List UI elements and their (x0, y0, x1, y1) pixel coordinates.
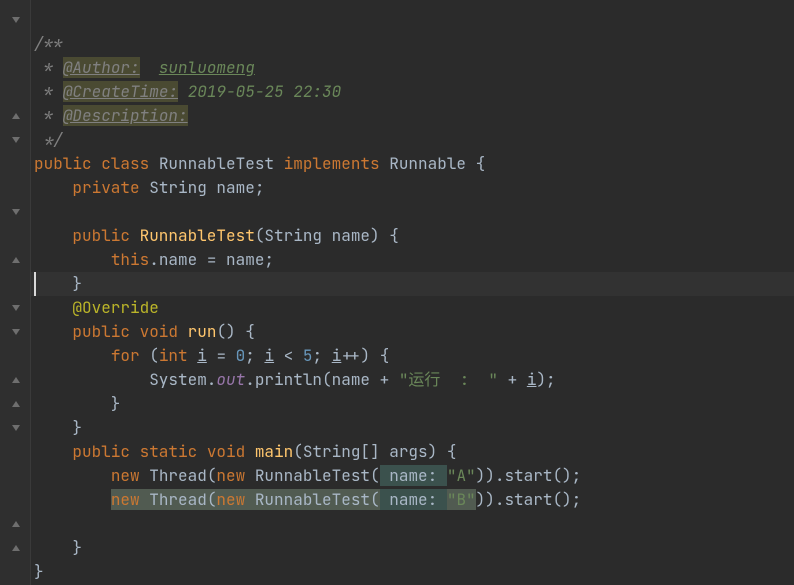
indent (34, 249, 111, 270)
annotation-override: @Override (72, 297, 158, 318)
keyword: public (34, 153, 101, 174)
op: = (207, 345, 236, 366)
field-decl: String name; (149, 177, 264, 198)
indent (34, 321, 72, 342)
call-tail: )).start(); (476, 465, 582, 486)
keyword: static (140, 441, 207, 462)
doc-author-value: sunluomeng (159, 57, 255, 78)
doc-tag-description: @Description: (63, 105, 188, 126)
string-literal: "A" (447, 465, 476, 486)
field-out: out (216, 369, 245, 390)
doc-comment-close: */ (34, 129, 63, 150)
indent: System. (34, 369, 216, 390)
doc-tag-author: @Author: (63, 57, 140, 78)
fold-marker-icon[interactable] (10, 422, 22, 434)
doc-createtime-value: 2019-05-25 22:30 (188, 81, 342, 102)
keyword-new: new (111, 465, 149, 486)
fold-marker-icon[interactable] (10, 398, 22, 410)
semi: ; (245, 345, 264, 366)
fold-marker-icon[interactable] (10, 518, 22, 530)
string-literal: "运行 : " (399, 369, 498, 390)
string-literal: "B" (447, 489, 476, 510)
fold-marker-icon[interactable] (10, 14, 22, 26)
keyword-new: new (111, 489, 149, 510)
params: () { (216, 321, 254, 342)
call: Thread( (149, 489, 216, 510)
keyword: implements (284, 153, 390, 174)
method-main: main (255, 441, 293, 462)
keyword: public (72, 441, 139, 462)
brace-close: } (34, 273, 82, 294)
code-editor[interactable]: /** * @Author: sunluomeng * @CreateTime:… (0, 0, 794, 585)
indent (34, 225, 72, 246)
paren: ( (149, 345, 159, 366)
doc-tag-createtime: @CreateTime: (63, 81, 178, 102)
constructor-name: RunnableTest (140, 225, 255, 246)
var-i: i (527, 369, 537, 390)
caret (34, 272, 36, 296)
keyword-int: int (159, 345, 197, 366)
brace-close-class: } (34, 561, 44, 582)
number: 0 (236, 345, 246, 366)
call: .println(name + (245, 369, 399, 390)
fold-marker-icon[interactable] (10, 302, 22, 314)
var-i: i (332, 345, 342, 366)
keyword: public (72, 225, 139, 246)
ctor-call: RunnableTest( (255, 489, 380, 510)
keyword-this: this (111, 249, 149, 270)
fold-marker-icon[interactable] (10, 326, 22, 338)
ctor-call: RunnableTest( (255, 465, 380, 486)
var-i: i (197, 345, 207, 366)
op: < (274, 345, 303, 366)
indent (34, 489, 111, 510)
keyword: void (140, 321, 188, 342)
fold-marker-icon[interactable] (10, 110, 22, 122)
params: (String name) { (255, 225, 399, 246)
var-i: i (264, 345, 274, 366)
keyword-for: for (111, 345, 149, 366)
number: 5 (303, 345, 313, 366)
fold-marker-icon[interactable] (10, 542, 22, 554)
op: + (498, 369, 527, 390)
indent (34, 177, 72, 198)
fold-marker-icon[interactable] (10, 374, 22, 386)
call-tail: )).start(); (476, 489, 582, 510)
interface-name: Runnable { (389, 153, 485, 174)
indent (34, 345, 111, 366)
assign: .name = name; (149, 249, 274, 270)
fold-marker-icon[interactable] (10, 134, 22, 146)
code-area[interactable]: /** * @Author: sunluomeng * @CreateTime:… (34, 8, 794, 585)
doc-comment-star: * (34, 57, 63, 78)
semi: ); (536, 369, 555, 390)
class-name: RunnableTest (159, 153, 284, 174)
doc-comment-star: * (34, 105, 63, 126)
keyword: void (207, 441, 255, 462)
doc-comment-star: * (34, 81, 63, 102)
brace-close: } (34, 417, 82, 438)
method-name: run (188, 321, 217, 342)
keyword: private (72, 177, 149, 198)
param-hint: name: (380, 489, 447, 510)
doc-comment-open: /** (34, 33, 63, 54)
doc-text (178, 81, 188, 102)
keyword: class (101, 153, 159, 174)
semi: ; (313, 345, 332, 366)
indent (34, 441, 72, 462)
indent (34, 465, 111, 486)
keyword-new: new (216, 489, 254, 510)
params: (String[] args) { (293, 441, 456, 462)
param-hint: name: (380, 465, 447, 486)
fold-marker-icon[interactable] (10, 206, 22, 218)
call: Thread( (149, 465, 216, 486)
brace-close: } (34, 393, 120, 414)
fold-marker-icon[interactable] (10, 254, 22, 266)
indent (34, 297, 72, 318)
keyword-new: new (216, 465, 254, 486)
brace-close: } (34, 537, 82, 558)
op-brace: ++) { (341, 345, 389, 366)
doc-text (140, 57, 159, 78)
keyword: public (72, 321, 139, 342)
gutter (0, 0, 31, 585)
